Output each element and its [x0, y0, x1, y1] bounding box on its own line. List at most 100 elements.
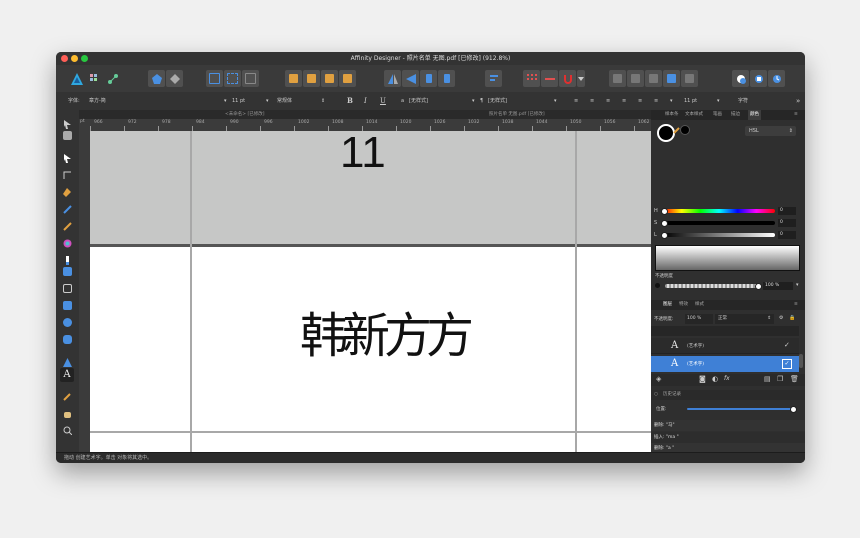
- transparency-tool-icon[interactable]: [63, 250, 72, 265]
- distribute-icon[interactable]: [438, 70, 455, 87]
- saturation-slider[interactable]: [663, 221, 775, 225]
- pencil-tool-icon[interactable]: [63, 199, 72, 214]
- number-text[interactable]: 11: [340, 131, 386, 175]
- alignment-icon[interactable]: [485, 70, 502, 87]
- snapping-magnet-icon[interactable]: [559, 70, 576, 87]
- boolean-add-icon[interactable]: [609, 70, 626, 87]
- align-center-icon[interactable]: ≡: [590, 96, 594, 106]
- glyph-button[interactable]: 字符: [738, 96, 748, 106]
- zoom-tool-icon[interactable]: [63, 420, 73, 436]
- triangle-tool-icon[interactable]: [63, 352, 72, 367]
- italic-button[interactable]: I: [364, 96, 367, 106]
- designer-persona-icon[interactable]: [68, 70, 85, 87]
- document-setup-icon[interactable]: [148, 70, 165, 87]
- tab-color[interactable]: 颜色: [748, 110, 761, 120]
- view-mode-icon[interactable]: [732, 70, 749, 87]
- lightness-knob[interactable]: [661, 232, 668, 239]
- layers-scrollbar[interactable]: [799, 354, 803, 368]
- insert-icon[interactable]: [750, 70, 767, 87]
- s-value[interactable]: 0: [778, 219, 796, 227]
- snap-bounds-icon[interactable]: [206, 70, 223, 87]
- snapping-options-icon[interactable]: [541, 70, 558, 87]
- opacity-dropdown-icon[interactable]: ▾: [796, 282, 799, 288]
- doc-tab-untitled[interactable]: <未命名> [已修改]: [225, 110, 264, 119]
- move-tool-icon[interactable]: [63, 114, 72, 129]
- close-window-button[interactable]: [61, 55, 68, 62]
- arrange-front-icon[interactable]: [339, 70, 356, 87]
- adjustment-icon[interactable]: ◐: [712, 375, 718, 383]
- para-style-value[interactable]: [无样式]: [488, 96, 507, 106]
- layer-settings-icon[interactable]: ⚙: [779, 315, 783, 321]
- char-style-value[interactable]: [无样式]: [409, 96, 428, 106]
- overflow-button[interactable]: »: [796, 96, 800, 106]
- boolean-divide-icon[interactable]: [663, 70, 680, 87]
- add-layer-icon[interactable]: ▤: [764, 375, 771, 383]
- para-style-dropdown-icon[interactable]: ▾: [554, 96, 557, 106]
- font-size-value[interactable]: 11 pt: [232, 96, 245, 106]
- history-knob[interactable]: [790, 406, 797, 413]
- panel-menu-icon[interactable]: ≡: [794, 110, 798, 120]
- history-icon[interactable]: [768, 70, 785, 87]
- artistic-text-tool-icon[interactable]: A: [60, 368, 74, 382]
- size2-dropdown2-icon[interactable]: ▾: [717, 96, 720, 106]
- hue-slider[interactable]: [663, 209, 775, 213]
- history-item[interactable]: 插入: "ma ": [651, 431, 805, 443]
- tab-text-styles[interactable]: 文本样式: [685, 110, 703, 120]
- blend-mode-select[interactable]: 正常 ⇕: [715, 314, 774, 324]
- hand-tool-icon[interactable]: [63, 403, 72, 418]
- size2-value[interactable]: 11 pt: [684, 96, 697, 106]
- pixel-persona-icon[interactable]: [86, 70, 103, 87]
- place-image-tool-icon[interactable]: [63, 267, 72, 276]
- ellipse-tool-icon[interactable]: [63, 318, 72, 327]
- font-style-dropdown-icon[interactable]: ▾: [266, 96, 269, 106]
- opacity-value[interactable]: 100 %: [763, 282, 793, 290]
- corner-tool-icon[interactable]: [63, 165, 72, 179]
- snapping-dropdown-icon[interactable]: [577, 70, 585, 87]
- tab-swatches[interactable]: 样本条: [665, 110, 679, 120]
- indent-icon[interactable]: ≡: [654, 96, 658, 106]
- tab-brushes[interactable]: 笔画: [713, 110, 722, 120]
- color-picker-tool-icon[interactable]: [63, 386, 72, 401]
- snap-grid-icon[interactable]: [224, 70, 241, 87]
- layer-row-selected[interactable]: A (艺术字) ✓: [651, 356, 799, 372]
- char-style-dropdown-icon[interactable]: ▾: [472, 96, 475, 106]
- arrange-back-icon[interactable]: [285, 70, 302, 87]
- zoom-window-button[interactable]: [81, 55, 88, 62]
- export-persona-icon[interactable]: [104, 70, 121, 87]
- boolean-intersect-icon[interactable]: [645, 70, 662, 87]
- list-icon[interactable]: ≡: [638, 96, 642, 106]
- doc-tab-pdf[interactable]: 照片名单 无图.pdf [已修改]: [489, 110, 545, 119]
- tab-effects[interactable]: 特效: [679, 300, 688, 310]
- layer-row[interactable]: A (艺术字) ✓: [651, 338, 799, 354]
- opacity-knob[interactable]: [755, 283, 762, 290]
- color-model-select[interactable]: HSL ⇕: [745, 126, 796, 136]
- rectangle-tool-icon[interactable]: [63, 301, 72, 310]
- font-size-dropdown-icon[interactable]: ▾: [224, 96, 227, 106]
- tab-layers[interactable]: 图层: [663, 300, 672, 310]
- rounded-rect-tool-icon[interactable]: [63, 335, 72, 344]
- boolean-xor-icon[interactable]: [681, 70, 698, 87]
- layer-visible-check-icon[interactable]: ✓: [782, 359, 792, 369]
- history-slider[interactable]: [687, 408, 793, 410]
- arrange-backward-icon[interactable]: [303, 70, 320, 87]
- artboard-tool-icon[interactable]: [63, 131, 72, 140]
- layer-opacity-field[interactable]: 100 %: [685, 314, 713, 324]
- layer-visible-check-icon[interactable]: ✓: [784, 341, 790, 349]
- font-family-field[interactable]: [96, 95, 216, 106]
- flip-horizontal-icon[interactable]: [384, 70, 401, 87]
- layers-menu-icon[interactable]: ≡: [794, 300, 798, 310]
- align-left-icon[interactable]: ≡: [574, 96, 578, 106]
- snap-guides-icon[interactable]: [242, 70, 259, 87]
- flip-vertical-icon[interactable]: [402, 70, 419, 87]
- font-style-value[interactable]: 常规体: [277, 96, 292, 106]
- fill-tool-icon[interactable]: [63, 233, 72, 248]
- bold-button[interactable]: B: [347, 96, 353, 106]
- h-value[interactable]: 0: [778, 207, 796, 215]
- tab-stroke[interactable]: 描边: [731, 110, 740, 120]
- saturation-knob[interactable]: [661, 220, 668, 227]
- duplicate-layer-icon[interactable]: ❐: [777, 375, 783, 383]
- l-value[interactable]: 0: [778, 231, 796, 239]
- stroke-color-well[interactable]: [680, 125, 690, 135]
- history-toggle-icon[interactable]: ○: [654, 390, 658, 400]
- tab-styles[interactable]: 样式: [695, 300, 704, 310]
